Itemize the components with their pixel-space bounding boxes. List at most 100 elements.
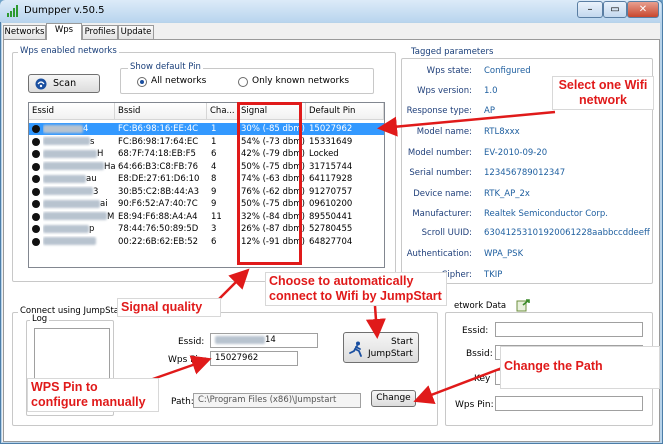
net-wps-pin-field[interactable] — [495, 396, 643, 411]
column-header-essid[interactable]: Essid — [29, 103, 115, 120]
tagged-value: WPA_PSK — [484, 249, 524, 259]
cell-channel: 1 — [211, 136, 217, 147]
table-row[interactable]: M E8:94:F6:88:A4:A4 11 32% (-84 dbm) 8955044… — [29, 211, 384, 223]
title-bar[interactable]: Dumpper v.50.5 – ▭ ✕ — [0, 0, 661, 22]
table-row[interactable]: 4 FC:B6:98:16:EE:4C 1 30% (-85 dbm) 15027962 — [29, 123, 384, 135]
annotation-select-wifi: Select one Wifi network — [552, 76, 654, 110]
cell-bssid: 30:B5:C2:8B:44:A3 — [118, 186, 199, 197]
cell-bssid: 00:22:6B:62:EB:52 — [118, 236, 199, 247]
column-header-channel[interactable]: Cha... — [207, 103, 238, 120]
lock-network-icon — [32, 187, 40, 196]
tab-profiles[interactable]: Profiles — [82, 25, 118, 39]
essid-suffix: 4 — [83, 124, 89, 134]
table-row[interactable]: Ha 64:66:B3:C8:FB:76 4 50% (-75 dbm) 3171574… — [29, 161, 384, 173]
essid-suffix: M — [107, 211, 115, 222]
maximize-button[interactable]: ▭ — [603, 1, 627, 18]
close-button[interactable]: ✕ — [627, 1, 659, 18]
tagged-label: Authentication: — [406, 249, 472, 259]
tagged-label: Response type: — [406, 106, 472, 116]
cell-channel: 8 — [211, 174, 217, 184]
wifi-signal-icon — [7, 5, 18, 17]
cell-essid: 4 — [43, 123, 115, 135]
tagged-value: 123456789012347 — [484, 168, 566, 178]
tab-update[interactable]: Update — [118, 25, 154, 39]
cell-essid: p — [43, 223, 115, 235]
lock-network-icon — [32, 137, 40, 146]
essid-suffix: au — [86, 174, 97, 184]
table-row[interactable]: 3 30:B5:C2:8B:44:A3 9 76% (-62 dbm) 91270757 — [29, 186, 384, 198]
start-jumpstart-button[interactable]: Start JumpStart — [343, 332, 419, 363]
cell-bssid: FC:B6:98:17:64:EC — [118, 136, 199, 147]
essid-suffix: s — [90, 136, 95, 147]
jumpstart-label: JumpStart — [368, 349, 413, 359]
lock-network-icon — [32, 125, 40, 133]
essid-blurred — [43, 187, 93, 195]
lock-network-icon — [32, 212, 40, 221]
wps-pin-label: Wps Pin: — [168, 355, 207, 365]
annotation-change-path: Change the Path — [500, 346, 660, 389]
all-networks-radio[interactable] — [137, 77, 147, 87]
wps-pin-field[interactable]: 15027962 — [210, 351, 298, 366]
essid-blurred — [43, 149, 97, 158]
cell-essid — [43, 236, 115, 248]
cell-bssid: 78:44:76:50:89:5D — [118, 224, 199, 234]
table-row[interactable]: s FC:B6:98:17:64:EC 1 54% (-73 dbm) 15331649 — [29, 136, 384, 148]
cell-bssid: E8:DE:27:61:D6:10 — [118, 174, 200, 184]
lock-network-icon — [32, 200, 40, 208]
essid-blurred — [43, 137, 90, 145]
essid-label: Essid: — [178, 337, 205, 347]
wps-networks-title: Wps enabled networks — [18, 46, 119, 56]
tagged-label: Serial number: — [409, 168, 472, 178]
change-path-button[interactable]: Change — [371, 390, 416, 407]
lock-network-icon — [32, 175, 40, 183]
path-label: Path: — [171, 397, 194, 407]
wps-pin-value: 15027962 — [215, 353, 259, 363]
cell-essid: 3 — [43, 186, 115, 198]
networks-table[interactable]: Essid Bssid Cha... Signal Default Pin 4F… — [28, 102, 385, 268]
path-field[interactable]: C:\Program Files (x86)\Jumpstart — [193, 393, 361, 408]
table-row[interactable]: au E8:DE:27:61:D6:10 8 74% (-63 dbm) 6411792… — [29, 173, 384, 185]
path-value: C:\Program Files (x86)\Jumpstart — [198, 395, 337, 405]
minimize-button[interactable]: – — [577, 1, 603, 18]
net-essid-label: Essid: — [462, 326, 489, 336]
essid-blurred — [43, 124, 83, 133]
tagged-label: Wps version: — [417, 86, 472, 96]
tagged-value: Configured — [484, 66, 531, 76]
tab-networks[interactable]: Networks — [3, 25, 46, 39]
tagged-value: 63041253101920061228aabbccddeeff — [484, 228, 650, 238]
default-pin-title: Show default Pin — [128, 62, 203, 72]
cell-channel: 6 — [211, 236, 217, 247]
net-essid-field[interactable] — [495, 322, 643, 337]
known-networks-radio[interactable] — [238, 77, 248, 87]
lock-network-icon — [32, 237, 40, 246]
table-row[interactable]: 00:22:6B:62:EB:52 6 12% (-91 dbm) 64827704 — [29, 236, 384, 248]
cell-bssid: FC:B6:98:16:EE:4C — [118, 124, 199, 134]
cell-essid: Ha — [43, 161, 115, 173]
cell-essid: H — [43, 148, 115, 160]
essid-blurred — [43, 174, 86, 183]
annotation-wps-pin-manual: WPS Pin to configure manually — [27, 378, 159, 412]
table-row[interactable]: ai 90:F6:52:A7:40:7C 9 50% (-75 dbm) 0961020… — [29, 198, 384, 210]
tab-wps[interactable]: Wps — [46, 23, 82, 40]
essid-suffix: 3 — [93, 186, 99, 197]
cell-channel: 3 — [211, 224, 217, 234]
known-networks-label: Only known networks — [252, 76, 350, 86]
cell-channel: 1 — [211, 124, 217, 134]
cell-essid: s — [43, 136, 115, 148]
essid-field[interactable]: 14 — [210, 333, 318, 348]
table-row[interactable]: H 68:7F:74:18:EB:F5 6 42% (-79 dbm) Locked — [29, 148, 384, 160]
scan-button[interactable]: Scan — [28, 74, 100, 93]
tagged-label: Model number: — [407, 148, 472, 158]
scan-label: Scan — [53, 78, 77, 89]
log-title: Log — [30, 314, 50, 324]
cell-bssid: 68:7F:74:18:EB:F5 — [118, 149, 196, 159]
cell-essid: au — [43, 173, 115, 185]
essid-blurred — [43, 199, 100, 208]
export-icon[interactable] — [516, 298, 530, 312]
tagged-label: Wps state: — [426, 66, 472, 76]
essid-blurred — [43, 224, 89, 233]
window-title: Dumpper v.50.5 — [24, 5, 105, 16]
column-header-bssid[interactable]: Bssid — [115, 103, 207, 120]
table-row[interactable]: p 78:44:76:50:89:5D 3 26% (-87 dbm) 52780455 — [29, 223, 384, 235]
cell-channel: 6 — [211, 149, 217, 159]
